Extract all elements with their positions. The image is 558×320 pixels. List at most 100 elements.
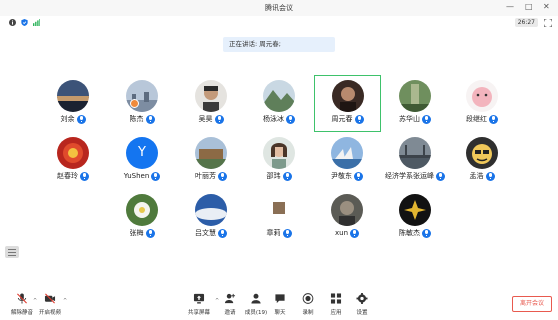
participant-name: 邵玮 (266, 172, 281, 180)
letter-y-avatar: Y (126, 137, 158, 169)
participant-tile[interactable]: 陈杰 (111, 76, 173, 136)
opera-house-avatar (331, 137, 363, 169)
participant-tile[interactable]: 章莉 (248, 190, 310, 250)
participant-tile[interactable]: 段继红 (451, 76, 513, 136)
leave-meeting-button[interactable]: 离开会议 (512, 296, 552, 312)
participant-tile[interactable]: 刘余 (42, 76, 104, 136)
participant-tile[interactable]: xun (316, 190, 378, 250)
mic-icon[interactable] (145, 228, 155, 238)
apps-grid-icon (330, 293, 342, 304)
window-title: 腾讯会议 (265, 4, 293, 12)
participant-name: 周元春 (331, 115, 353, 123)
participant-tile[interactable]: 邵玮 (248, 133, 310, 193)
mic-icon[interactable] (286, 114, 295, 124)
video-options-chevron-icon[interactable]: ^ (63, 298, 67, 304)
sky-avatar (195, 194, 227, 226)
bridge-avatar (399, 137, 431, 169)
start-video-label: 开启视频 (38, 310, 61, 316)
chat-icon (275, 294, 285, 304)
dusk-landscape-avatar (57, 80, 89, 112)
mic-icon[interactable] (354, 171, 363, 181)
participant-name: 刘余 (60, 115, 75, 123)
status-bar: 26:27 (0, 16, 558, 30)
mic-icon[interactable] (485, 171, 495, 181)
title-bar: 腾讯会议 — □ ✕ (0, 0, 558, 16)
participant-name: 叶丽芳 (195, 172, 216, 180)
mic-icon[interactable] (422, 228, 431, 238)
mic-icon[interactable] (214, 114, 224, 124)
mic-icon[interactable] (218, 171, 227, 181)
bottom-toolbar: 解除静音 ^ 开启视频 ^ 共享屏幕 ^ 邀请 成员(19) 聊天 录制 应用 … (0, 289, 558, 320)
participant-tile[interactable]: 经济学系张运峰 (384, 133, 446, 193)
white-flower-avatar (126, 194, 158, 226)
settings-button[interactable]: 设置 (342, 289, 382, 320)
participant-name: 孟浩 (469, 172, 484, 180)
fullscreen-icon[interactable] (544, 19, 552, 27)
avatar-letter: Y (126, 137, 158, 169)
portrait-avatar (332, 80, 364, 112)
mic-icon[interactable] (218, 228, 227, 238)
mic-icon[interactable] (76, 114, 86, 124)
mic-icon[interactable] (282, 171, 292, 181)
participant-tile[interactable]: Y YuShen (111, 133, 173, 193)
list-view-toggle-button[interactable] (5, 246, 19, 258)
meeting-timer: 26:27 (514, 18, 538, 27)
start-video-button[interactable]: 开启视频 (30, 289, 70, 320)
mic-icon[interactable] (282, 228, 292, 238)
mic-icon[interactable] (350, 228, 359, 238)
mic-icon[interactable] (422, 114, 431, 124)
signal-icon[interactable] (33, 19, 40, 26)
cartoon-face-avatar (466, 137, 498, 169)
participant-tile[interactable]: 杨泳冰 (248, 76, 310, 136)
record-icon (302, 293, 314, 304)
mic-icon[interactable] (151, 171, 161, 181)
participant-tile-selected[interactable]: 周元春 (314, 75, 381, 132)
speaking-text: 正在讲话: 周元春; (229, 40, 281, 48)
participant-name: 苏华山 (399, 115, 420, 123)
participant-name: 经济学系张运峰 (385, 172, 434, 180)
participant-name: 章莉 (266, 229, 281, 237)
mountain-avatar (263, 80, 295, 112)
minimize-button[interactable]: — (506, 2, 514, 12)
mic-icon[interactable] (436, 171, 445, 181)
red-lantern-avatar (57, 137, 89, 169)
participant-tile[interactable]: 张梅 (111, 190, 173, 250)
participant-tile[interactable]: 陈敏杰 (384, 190, 446, 250)
camera-off-icon (44, 293, 56, 304)
info-icon[interactable] (9, 19, 16, 26)
participant-tile[interactable]: 吴昊 (180, 76, 242, 136)
gold-flower-avatar (399, 194, 431, 226)
participant-name: 吴昊 (198, 115, 213, 123)
participant-name: xun (334, 229, 348, 237)
participant-name: 赵春玲 (57, 172, 78, 180)
participant-name: YuShen (123, 172, 150, 180)
participant-name: 张梅 (129, 229, 144, 237)
dark-portrait-avatar (331, 194, 363, 226)
forest-avatar (399, 80, 431, 112)
small-photo-avatar (263, 194, 295, 226)
mic-icon[interactable] (80, 171, 89, 181)
maximize-button[interactable]: □ (525, 2, 533, 12)
participant-tile[interactable]: 吕文慧 (180, 190, 242, 250)
shield-icon[interactable] (21, 19, 28, 26)
host-badge-icon (130, 99, 139, 108)
invite-person-icon (224, 293, 236, 304)
settings-label: 设置 (356, 310, 368, 316)
participant-tile[interactable]: 孟浩 (451, 133, 513, 193)
close-button[interactable]: ✕ (543, 2, 550, 12)
participant-tile[interactable]: 赵春玲 (42, 133, 104, 193)
mic-icon[interactable] (145, 114, 155, 124)
mic-icon[interactable] (354, 114, 364, 124)
pink-cartoon-avatar (466, 80, 498, 112)
participant-tile[interactable]: 尹敬东 (316, 133, 378, 193)
woman-portrait-avatar (263, 137, 295, 169)
mic-icon[interactable] (489, 114, 498, 124)
speaking-banner: 正在讲话: 周元春; (223, 37, 335, 52)
gear-icon (356, 293, 368, 304)
microphone-muted-icon (17, 293, 27, 304)
participant-name: 陈杰 (129, 115, 144, 123)
participant-tile[interactable]: 叶丽芳 (180, 133, 242, 193)
participant-tile[interactable]: 苏华山 (384, 76, 446, 136)
temple-avatar (195, 137, 227, 169)
man-glasses-avatar (195, 80, 227, 112)
